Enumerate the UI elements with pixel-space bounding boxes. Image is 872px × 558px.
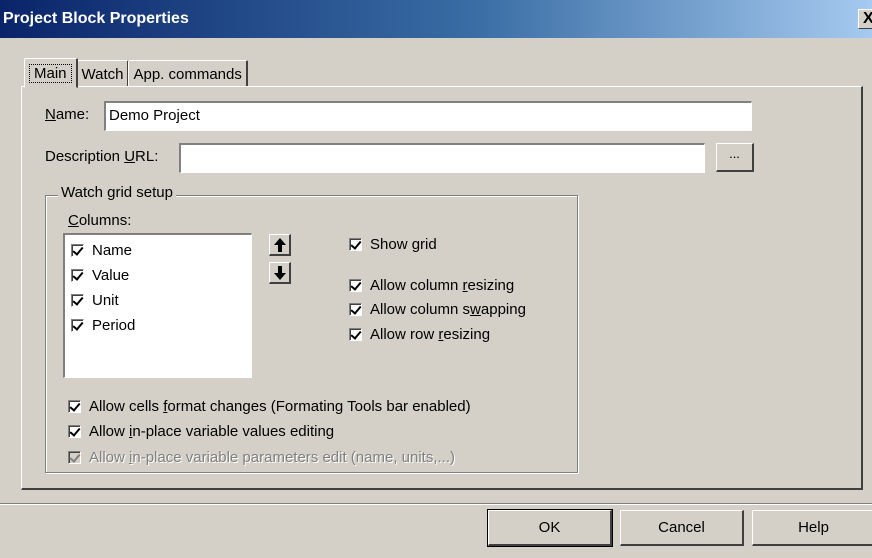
checkbox[interactable] bbox=[349, 327, 362, 341]
tab-strip: Main Watch App. commands bbox=[24, 58, 248, 88]
browse-button[interactable]: ... bbox=[716, 143, 754, 172]
name-label: Name: bbox=[45, 106, 90, 123]
checkbox[interactable] bbox=[71, 243, 84, 257]
cancel-button[interactable]: Cancel bbox=[620, 510, 744, 546]
checkbox[interactable] bbox=[68, 399, 81, 413]
arrow-down-icon bbox=[273, 265, 286, 280]
description-url-input[interactable] bbox=[179, 143, 705, 173]
allow-cells-format-checkbox[interactable]: Allow cells format changes (Formating To… bbox=[68, 395, 471, 417]
title-bar: Project Block Properties bbox=[0, 0, 872, 38]
checkbox[interactable] bbox=[68, 424, 81, 438]
checkbox bbox=[68, 450, 81, 464]
columns-listbox[interactable]: Name Value Unit Period bbox=[63, 233, 252, 378]
description-url-label: Description URL: bbox=[45, 148, 159, 165]
allow-row-resizing-checkbox[interactable]: Allow row resizing bbox=[349, 323, 490, 345]
list-item[interactable]: Name bbox=[71, 239, 132, 261]
help-button[interactable]: Help bbox=[752, 510, 872, 546]
allow-inplace-params-checkbox: Allow in-place variable parameters edit … bbox=[68, 446, 455, 468]
allow-column-swapping-checkbox[interactable]: Allow column swapping bbox=[349, 298, 526, 320]
name-input[interactable]: Demo Project bbox=[104, 101, 752, 131]
close-icon: X bbox=[863, 10, 872, 27]
checkbox[interactable] bbox=[71, 318, 84, 332]
checkbox[interactable] bbox=[349, 237, 362, 251]
move-up-button[interactable] bbox=[269, 234, 291, 256]
separator bbox=[0, 503, 872, 505]
tab-app-commands[interactable]: App. commands bbox=[128, 60, 248, 87]
show-grid-checkbox[interactable]: Show grid bbox=[349, 233, 437, 255]
ok-button[interactable]: OK bbox=[487, 509, 613, 547]
checkbox[interactable] bbox=[349, 302, 362, 316]
window-title: Project Block Properties bbox=[3, 10, 189, 27]
arrow-up-icon bbox=[273, 237, 286, 252]
allow-inplace-values-checkbox[interactable]: Allow in-place variable values editing bbox=[68, 420, 334, 442]
tab-watch[interactable]: Watch bbox=[76, 60, 130, 87]
list-item[interactable]: Unit bbox=[71, 289, 119, 311]
checkbox[interactable] bbox=[71, 293, 84, 307]
list-item[interactable]: Value bbox=[71, 264, 129, 286]
checkbox[interactable] bbox=[349, 278, 362, 292]
watch-grid-setup-title: Watch grid setup bbox=[58, 184, 176, 201]
tab-main[interactable]: Main bbox=[24, 58, 78, 88]
allow-column-resizing-checkbox[interactable]: Allow column resizing bbox=[349, 274, 514, 296]
checkbox[interactable] bbox=[71, 268, 84, 282]
list-item[interactable]: Period bbox=[71, 314, 135, 336]
close-button[interactable]: X bbox=[858, 9, 872, 29]
columns-label: Columns: bbox=[68, 212, 132, 229]
move-down-button[interactable] bbox=[269, 262, 291, 284]
